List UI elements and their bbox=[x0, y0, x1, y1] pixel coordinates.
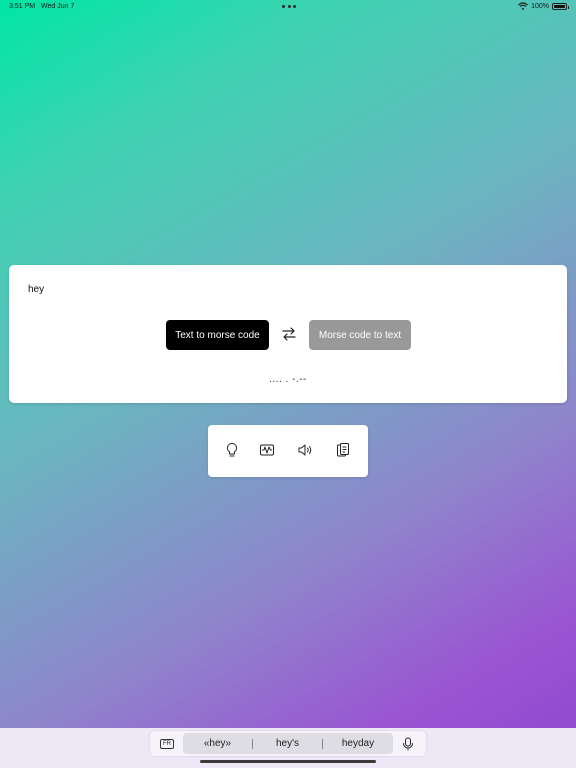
morse-to-text-button[interactable]: Morse code to text bbox=[309, 320, 411, 350]
suggestion-item[interactable]: hey's bbox=[265, 738, 310, 749]
home-indicator[interactable] bbox=[200, 760, 376, 763]
suggestion-item[interactable]: heyday bbox=[334, 738, 382, 749]
suggestion-item[interactable]: «hey» bbox=[195, 738, 240, 749]
text-to-morse-button[interactable]: Text to morse code bbox=[166, 320, 269, 350]
mode-row: Text to morse code Morse code to text bbox=[9, 320, 567, 350]
battery-percent: 100% bbox=[531, 2, 549, 10]
waveform-icon[interactable] bbox=[259, 442, 275, 458]
language-button[interactable]: FR bbox=[160, 739, 174, 749]
status-bar: 3:51 PM Wed Jun 7 100% bbox=[0, 0, 576, 14]
text-input[interactable]: hey bbox=[28, 284, 44, 295]
suggestion-divider bbox=[252, 739, 253, 749]
keyboard-suggestion-bar: FR «hey» hey's heyday bbox=[0, 728, 576, 768]
suggestion-divider bbox=[322, 739, 323, 749]
microphone-icon[interactable] bbox=[402, 737, 414, 751]
action-toolbar bbox=[208, 425, 368, 477]
battery-icon bbox=[552, 2, 569, 10]
battery-fill bbox=[554, 4, 565, 8]
multitasking-dots-icon[interactable] bbox=[282, 5, 296, 8]
translator-card: hey Text to morse code Morse code to tex… bbox=[9, 265, 567, 403]
speaker-icon[interactable] bbox=[297, 442, 313, 458]
morse-output: .... . -.-- bbox=[269, 374, 307, 385]
status-date: Wed Jun 7 bbox=[41, 3, 75, 10]
wifi-icon bbox=[518, 2, 528, 10]
status-time: 3:51 PM bbox=[9, 3, 36, 10]
clipboard-icon[interactable] bbox=[335, 442, 351, 458]
lightbulb-icon[interactable] bbox=[224, 442, 240, 458]
swap-icon[interactable] bbox=[281, 326, 297, 342]
suggestion-strip: FR «hey» hey's heyday bbox=[150, 731, 426, 756]
